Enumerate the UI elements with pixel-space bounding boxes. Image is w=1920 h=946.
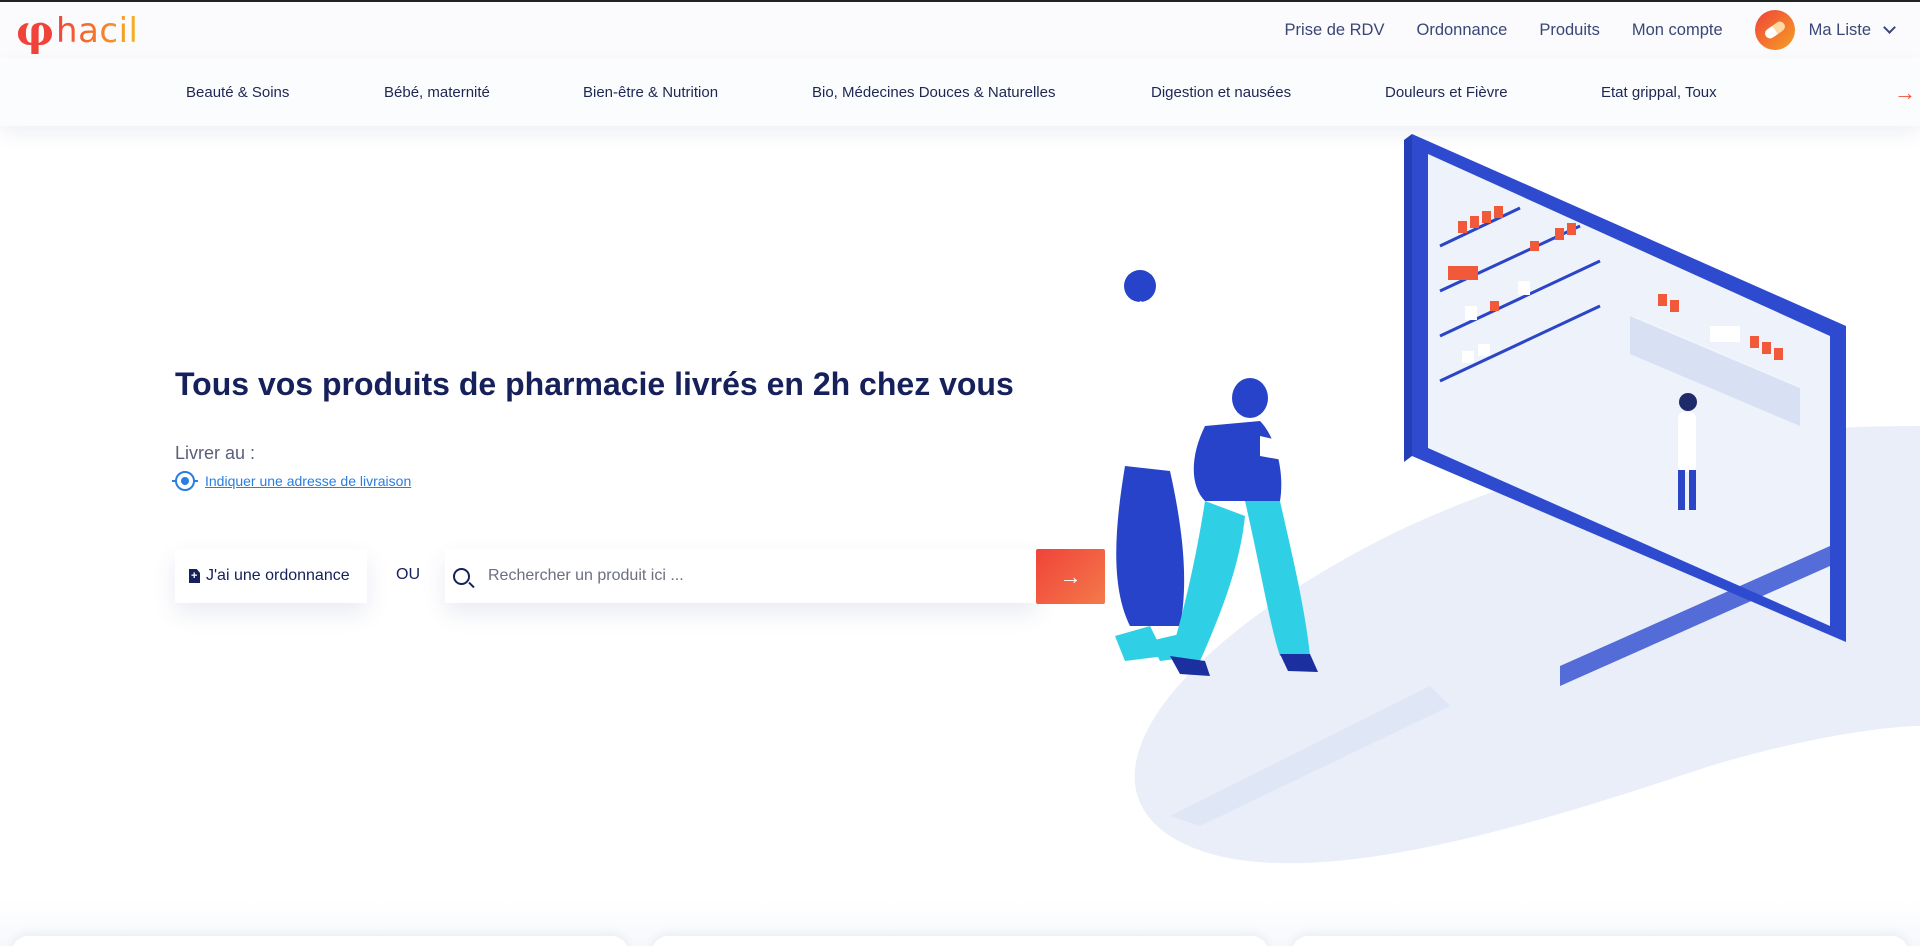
deliver-label: Livrer au :	[175, 443, 256, 463]
search-input[interactable]	[488, 567, 1008, 585]
prescription-button[interactable]: J'ai une ordonnance	[175, 549, 367, 603]
logo-phi-mark: φ	[16, 6, 55, 55]
my-list-button[interactable]: Ma Liste	[1754, 10, 1896, 50]
search-submit-button[interactable]: →	[1036, 549, 1105, 604]
nav-ordonnance[interactable]: Ordonnance	[1416, 21, 1507, 40]
or-label: OU	[396, 566, 420, 583]
category-bar: Beauté & Soins Bébé, maternité Bien-être…	[0, 58, 1920, 126]
bottom-cards-strip	[0, 900, 1920, 946]
category-bio-medecines-douces[interactable]: Bio, Médecines Douces & Naturelles	[812, 84, 1055, 101]
category-digestion-nausees[interactable]: Digestion et nausées	[1151, 84, 1291, 101]
arrow-right-icon[interactable]: →	[1894, 80, 1916, 106]
nav-mon-compte[interactable]: Mon compte	[1632, 21, 1723, 40]
arrow-right-icon: →	[1059, 563, 1082, 589]
search-icon	[453, 567, 470, 585]
pharmacy-illustration	[1115, 134, 1920, 864]
pill-icon	[1754, 10, 1795, 50]
top-header: φ hacil Prise de RDV Ordonnance Produits…	[0, 0, 1920, 58]
category-bebe-maternite[interactable]: Bébé, maternité	[384, 84, 490, 101]
feature-card	[1292, 936, 1908, 946]
category-douleurs-fievre[interactable]: Douleurs et Fièvre	[1385, 84, 1508, 101]
feature-card	[652, 936, 1268, 946]
category-etat-grippal-toux[interactable]: Etat grippal, Toux	[1601, 84, 1717, 101]
delivery-address-text: Indiquer une adresse de livraison	[205, 473, 412, 489]
my-list-label: Ma Liste	[1808, 20, 1871, 39]
search-bar	[445, 549, 1037, 603]
nav-prise-de-rdv[interactable]: Prise de RDV	[1285, 21, 1385, 40]
document-plus-icon	[189, 569, 200, 583]
feature-card	[12, 936, 628, 946]
category-bien-etre-nutrition[interactable]: Bien-être & Nutrition	[583, 84, 718, 101]
nav-produits[interactable]: Produits	[1539, 21, 1600, 40]
top-nav: Prise de RDV Ordonnance Produits Mon com…	[1285, 2, 1920, 58]
logo[interactable]: φ hacil	[16, 10, 139, 52]
chevron-down-icon	[1883, 21, 1896, 34]
category-beaute-soins[interactable]: Beauté & Soins	[186, 84, 289, 101]
location-target-icon	[172, 471, 198, 491]
delivery-address-link[interactable]: Indiquer une adresse de livraison	[172, 471, 412, 491]
prescription-label: J'ai une ordonnance	[206, 567, 350, 584]
logo-text: hacil	[56, 11, 139, 51]
hero-title: Tous vos produits de pharmacie livrés en…	[175, 366, 1014, 402]
